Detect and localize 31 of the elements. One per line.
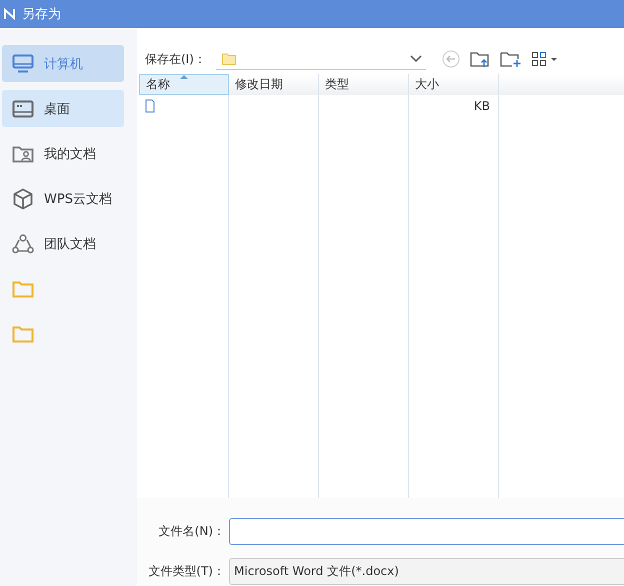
location-label: 保存在(I)： — [145, 50, 206, 68]
sidebar-item[interactable]: WPS云文档 — [2, 180, 124, 217]
chevron-down-icon — [410, 54, 422, 62]
sidebar-item[interactable]: 桌面 — [2, 90, 124, 127]
column-header[interactable]: 类型 — [319, 74, 409, 95]
file-name-label: 文件名(N)： — [158, 522, 226, 540]
sidebar-item[interactable]: 团队文档 — [2, 225, 124, 262]
table-cell: KB — [474, 99, 490, 113]
desktop-icon — [12, 100, 34, 118]
folder-icon — [222, 52, 236, 64]
app-logo-icon — [4, 8, 16, 20]
column-header[interactable]: 大小 — [409, 74, 499, 95]
window-title: 另存为 — [22, 6, 61, 23]
view-grid-icon[interactable] — [532, 52, 558, 66]
team-icon — [12, 234, 34, 254]
folder-icon — [12, 324, 34, 342]
file-icon — [145, 99, 155, 113]
file-type-dropdown[interactable]: Microsoft Word 文件(*.docx) — [229, 558, 624, 584]
folder-up-icon[interactable] — [470, 50, 490, 68]
column-header[interactable]: 修改日期 — [229, 74, 319, 95]
monitor-icon — [12, 54, 34, 74]
folder-user-icon — [12, 144, 34, 162]
back-icon[interactable] — [442, 50, 460, 68]
sort-arrow-icon — [180, 74, 188, 79]
folder-icon — [12, 280, 34, 298]
column-header[interactable]: 名称 — [139, 74, 229, 95]
new-folder-icon[interactable] — [500, 50, 522, 68]
file-type-label: 文件类型(T)： — [147, 562, 226, 580]
cube-icon — [12, 188, 34, 210]
sidebar-item[interactable]: 我的文档 — [2, 135, 124, 172]
file-name-field[interactable] — [229, 518, 624, 544]
